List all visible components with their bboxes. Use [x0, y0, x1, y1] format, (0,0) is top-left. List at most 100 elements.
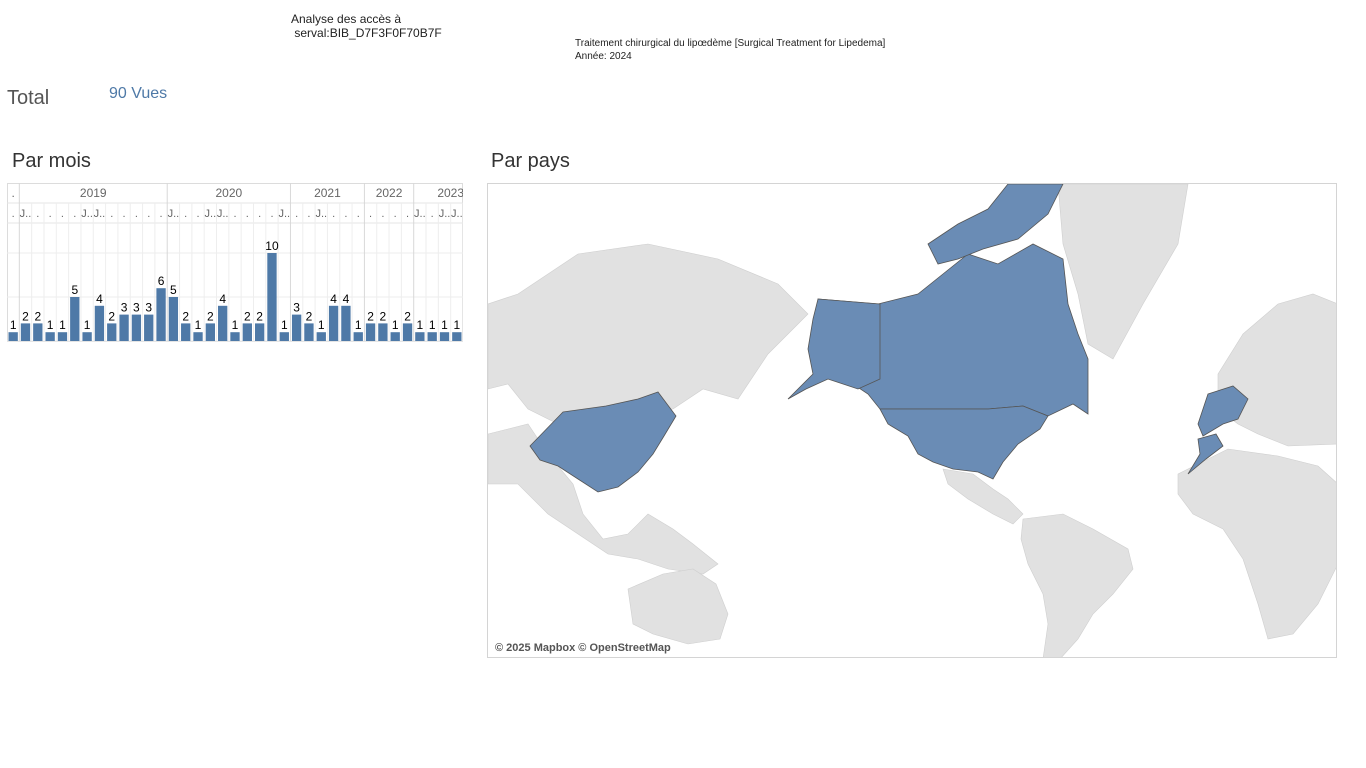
- bar[interactable]: [402, 323, 413, 341]
- month-label: .: [394, 208, 397, 220]
- bar[interactable]: [107, 323, 117, 341]
- bar[interactable]: [439, 332, 450, 341]
- total-label: Total: [7, 87, 50, 109]
- month-label: J..: [81, 208, 93, 220]
- bar-value-label: 4: [96, 292, 103, 306]
- month-label: J..: [451, 208, 463, 220]
- month-label: J..: [217, 208, 229, 220]
- month-label: J..: [315, 208, 327, 220]
- bar[interactable]: [267, 253, 277, 341]
- bar-value-label: 1: [10, 318, 17, 332]
- month-label: .: [307, 208, 310, 220]
- bar-value-label: 3: [293, 301, 300, 315]
- bar[interactable]: [181, 323, 191, 341]
- bar[interactable]: [70, 297, 80, 341]
- country-map[interactable]: [487, 183, 1337, 658]
- bar[interactable]: [144, 314, 154, 341]
- bar-value-label: 1: [59, 318, 66, 332]
- bar-value-label: 1: [84, 318, 91, 332]
- month-label: J..: [168, 208, 180, 220]
- bar-value-label: 4: [219, 292, 226, 306]
- bar[interactable]: [156, 288, 166, 341]
- year-label: 2019: [80, 186, 107, 200]
- month-label: .: [196, 208, 199, 220]
- bar-value-label: 10: [265, 239, 279, 253]
- bar-value-label: 2: [367, 309, 374, 323]
- bar-value-label: 2: [22, 309, 29, 323]
- bar[interactable]: [230, 332, 240, 341]
- bar[interactable]: [168, 297, 179, 341]
- bar[interactable]: [415, 332, 425, 341]
- month-label: .: [36, 208, 39, 220]
- bar-value-label: 5: [170, 283, 177, 297]
- bar-value-label: 1: [453, 318, 460, 332]
- month-label: J..: [205, 208, 217, 220]
- bar-value-label: 4: [343, 292, 350, 306]
- bar[interactable]: [8, 332, 18, 341]
- bar[interactable]: [452, 332, 462, 341]
- header-title-line1: Analyse des accès à: [291, 12, 402, 26]
- month-label: .: [369, 208, 372, 220]
- bar-value-label: 1: [281, 318, 288, 332]
- bar-value-label: 1: [195, 318, 202, 332]
- bar-value-label: 2: [306, 309, 313, 323]
- bar[interactable]: [427, 332, 437, 341]
- bar-value-label: 2: [404, 309, 411, 323]
- month-label: .: [49, 208, 52, 220]
- bar[interactable]: [119, 314, 129, 341]
- bar-value-label: 1: [417, 318, 424, 332]
- month-label: .: [147, 208, 150, 220]
- bar[interactable]: [218, 305, 228, 341]
- document-info: Traitement chirurgical du lipœdème [Surg…: [575, 37, 885, 63]
- bar[interactable]: [291, 314, 302, 341]
- bar[interactable]: [304, 323, 314, 341]
- bar-value-label: 1: [47, 318, 54, 332]
- bar[interactable]: [365, 323, 376, 341]
- bar[interactable]: [82, 332, 92, 341]
- monthly-views-bar-chart[interactable]: ..2019J...... J.. J...... .2020J.... J.. J...…: [7, 183, 463, 343]
- bar[interactable]: [193, 332, 203, 341]
- bar-value-label: 3: [121, 301, 128, 315]
- bar[interactable]: [131, 314, 142, 341]
- bar-value-label: 4: [330, 292, 337, 306]
- year-label: 2021: [314, 186, 341, 200]
- month-label: .: [357, 208, 360, 220]
- month-label: .: [431, 208, 434, 220]
- bar[interactable]: [279, 332, 289, 341]
- by-month-title: Par mois: [12, 150, 91, 172]
- bar-value-label: 3: [145, 301, 152, 315]
- year-label: 2022: [376, 186, 403, 200]
- bar[interactable]: [45, 332, 55, 341]
- month-label: .: [184, 208, 187, 220]
- bar-value-label: 2: [34, 309, 41, 323]
- month-label: J..: [94, 208, 106, 220]
- bar[interactable]: [57, 332, 68, 341]
- bar[interactable]: [94, 305, 105, 341]
- month-label: .: [12, 208, 15, 220]
- bar-value-label: 3: [133, 301, 140, 315]
- month-label: .: [233, 208, 236, 220]
- bar[interactable]: [328, 305, 339, 341]
- bar-value-label: 2: [182, 309, 189, 323]
- bar-value-label: 5: [71, 283, 78, 297]
- bar[interactable]: [33, 323, 43, 341]
- document-year: Année: 2024: [575, 51, 632, 62]
- month-label: .: [295, 208, 298, 220]
- bar[interactable]: [205, 323, 216, 341]
- month-label: .: [160, 208, 163, 220]
- bar[interactable]: [341, 305, 351, 341]
- bar[interactable]: [316, 332, 326, 341]
- bar[interactable]: [20, 323, 31, 341]
- month-label: J..: [20, 208, 32, 220]
- bar-value-label: 2: [244, 309, 251, 323]
- total-views-value: 90 Vues: [109, 85, 168, 102]
- report-header: Analyse des accès à serval:BIB_D7F3F0F70…: [291, 12, 442, 40]
- bar-value-label: 2: [380, 309, 387, 323]
- bar[interactable]: [390, 332, 400, 341]
- bar[interactable]: [378, 323, 388, 341]
- bar[interactable]: [353, 332, 363, 341]
- bar[interactable]: [254, 323, 265, 341]
- year-label: 2023: [437, 186, 463, 200]
- bar-value-label: 1: [441, 318, 448, 332]
- bar[interactable]: [242, 323, 252, 341]
